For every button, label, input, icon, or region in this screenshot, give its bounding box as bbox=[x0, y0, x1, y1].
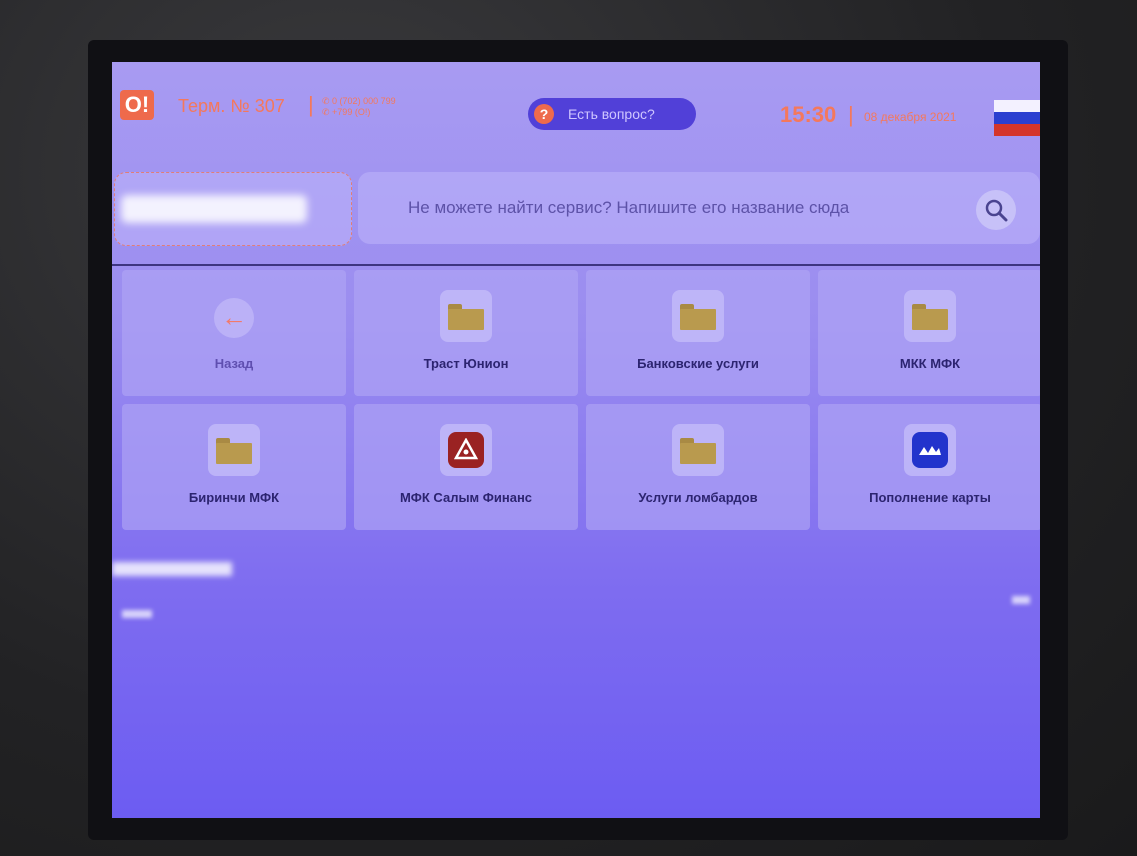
service-search-bar[interactable]: Не можете найти сервис? Напишите его наз… bbox=[358, 172, 1040, 244]
redacted-field bbox=[121, 195, 307, 223]
header-divider bbox=[112, 264, 1040, 266]
flag-stripe-white bbox=[994, 100, 1040, 112]
clock-separator: | bbox=[848, 102, 854, 127]
tile-label: Назад bbox=[214, 356, 254, 371]
account-box[interactable] bbox=[114, 172, 352, 246]
tile-birinchi-mfk[interactable]: Биринчи МФК bbox=[122, 404, 346, 530]
salym-logo-icon bbox=[440, 424, 492, 476]
tile-label: МКК МФК bbox=[899, 356, 961, 371]
screen-glare bbox=[1012, 596, 1030, 604]
tile-pawnshop-services[interactable]: Услуги ломбардов bbox=[586, 404, 810, 530]
arrow-left-icon: ← bbox=[214, 298, 254, 338]
tile-label: Услуги ломбардов bbox=[638, 490, 758, 505]
tile-card-topup[interactable]: Пополнение карты bbox=[818, 404, 1040, 530]
help-button[interactable]: ? Есть вопрос? bbox=[528, 98, 696, 130]
tile-label: Биринчи МФК bbox=[188, 490, 280, 505]
search-icon bbox=[985, 199, 1008, 222]
phone-line-2: ✆ +799 (O!) bbox=[322, 107, 371, 117]
folder-icon bbox=[672, 424, 724, 476]
flag-stripe-red bbox=[994, 124, 1040, 136]
folder-icon bbox=[440, 290, 492, 342]
kiosk-screen: O! Терм. № 307 | ✆ 0 (702) 000 799 ✆ +79… bbox=[112, 62, 1040, 818]
screen-glare bbox=[112, 562, 232, 576]
header-separator: | bbox=[308, 92, 314, 117]
service-grid: ← Назад Траст Юнион Банковские услуги МК… bbox=[122, 270, 1040, 534]
tile-salym-finance[interactable]: МФК Салым Финанс bbox=[354, 404, 578, 530]
tile-label: Банковские услуги bbox=[637, 356, 759, 371]
language-flag-button[interactable] bbox=[994, 100, 1040, 136]
clock-date: 08 декабря 2021 bbox=[864, 110, 957, 124]
folder-icon bbox=[672, 290, 724, 342]
brand-logo: O! bbox=[120, 90, 154, 120]
search-placeholder: Не можете найти сервис? Напишите его наз… bbox=[408, 198, 850, 217]
tile-label: МФК Салым Финанс bbox=[399, 490, 533, 505]
phone-icon: ✆ bbox=[322, 107, 333, 117]
tile-bank-services[interactable]: Банковские услуги bbox=[586, 270, 810, 396]
folder-icon bbox=[208, 424, 260, 476]
tile-back[interactable]: ← Назад bbox=[122, 270, 346, 396]
phone-icon: ✆ bbox=[322, 96, 333, 106]
support-phones: ✆ 0 (702) 000 799 ✆ +799 (O!) bbox=[322, 96, 396, 118]
card-topup-icon bbox=[904, 424, 956, 476]
question-icon: ? bbox=[534, 104, 554, 124]
search-button[interactable] bbox=[976, 190, 1016, 230]
flag-stripe-blue bbox=[994, 112, 1040, 124]
screen-glare bbox=[122, 610, 152, 618]
help-button-label: Есть вопрос? bbox=[568, 106, 655, 122]
phone-line-1: ✆ 0 (702) 000 799 bbox=[322, 96, 396, 106]
terminal-number: Терм. № 307 bbox=[178, 96, 285, 116]
tile-trust-union[interactable]: Траст Юнион bbox=[354, 270, 578, 396]
clock-time: 15:30 bbox=[780, 102, 837, 127]
tile-label: Пополнение карты bbox=[869, 490, 991, 505]
tile-mkk-mfk[interactable]: МКК МФК bbox=[818, 270, 1040, 396]
tile-label: Траст Юнион bbox=[423, 356, 509, 371]
folder-icon bbox=[904, 290, 956, 342]
